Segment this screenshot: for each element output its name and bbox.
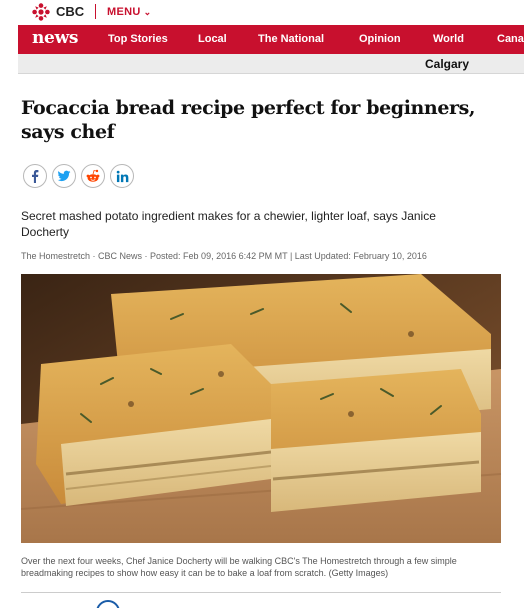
topbar-divider: [95, 4, 96, 19]
facebook-icon: [32, 170, 39, 183]
nav-opinion[interactable]: Opinion: [359, 33, 401, 45]
article-byline: The Homestretch · CBC News · Posted: Feb…: [21, 251, 427, 261]
twitter-icon: [57, 170, 71, 182]
section-divider: [21, 592, 501, 593]
photo-caption: Over the next four weeks, Chef Janice Do…: [21, 556, 457, 578]
focaccia-photo[interactable]: [21, 274, 501, 543]
chevron-down-icon: ⌄: [143, 7, 152, 17]
article-deck: Secret mashed potato ingredient makes fo…: [21, 209, 436, 239]
focaccia-illustration: [21, 274, 501, 543]
share-twitter-button[interactable]: [52, 164, 76, 188]
linkedin-icon: [116, 170, 128, 182]
cbc-brand-text[interactable]: CBC: [56, 4, 84, 19]
main-nav: news Top Stories Local The National Opin…: [18, 25, 524, 54]
nav-top-stories[interactable]: Top Stories: [108, 33, 168, 45]
nav-the-national[interactable]: The National: [258, 33, 324, 45]
top-bar: CBC MENU ⌄: [0, 0, 524, 24]
share-reddit-button[interactable]: [81, 164, 105, 188]
news-logo[interactable]: news: [32, 28, 78, 48]
article-headline: Focaccia bread recipe perfect for beginn…: [21, 97, 476, 143]
menu-button[interactable]: MENU ⌄: [107, 6, 151, 18]
partial-circle-icon[interactable]: [96, 600, 120, 608]
nav-world[interactable]: World: [433, 33, 464, 45]
share-facebook-button[interactable]: [23, 164, 47, 188]
region-calgary-link[interactable]: Calgary: [425, 57, 469, 71]
cbc-gem-logo-icon[interactable]: [32, 3, 50, 21]
reddit-icon: [86, 169, 100, 182]
nav-canada[interactable]: Canada: [497, 33, 524, 45]
nav-local[interactable]: Local: [198, 33, 227, 45]
region-bar: Calgary: [18, 54, 524, 74]
share-linkedin-button[interactable]: [110, 164, 134, 188]
menu-label: MENU: [107, 6, 141, 18]
